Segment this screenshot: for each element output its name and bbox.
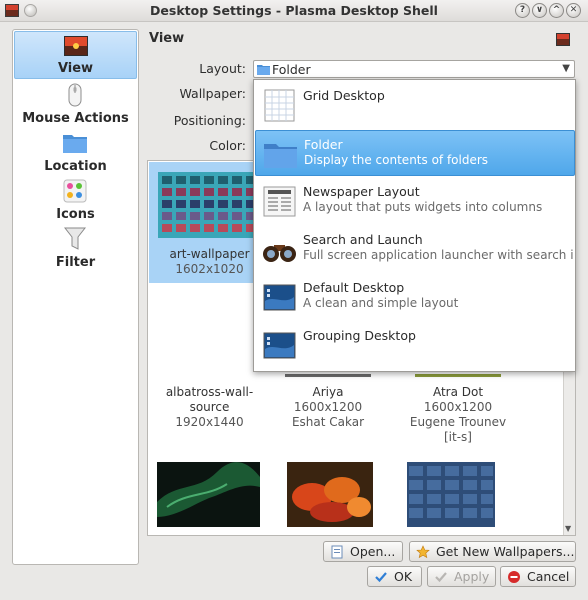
wallpaper-size: 1920x1440 — [175, 415, 244, 429]
apply-button-label: Apply — [454, 569, 490, 584]
layout-option-desc: Full screen application launcher with se… — [303, 248, 573, 262]
wallpaper-author: Eugene Trounev — [409, 415, 507, 429]
sidebar-item-mouse-actions[interactable]: Mouse Actions — [14, 80, 137, 128]
cancel-button-label: Cancel — [527, 569, 570, 584]
scroll-down-icon[interactable]: ▼ — [565, 524, 571, 533]
sidebar-item-icons[interactable]: Icons — [14, 176, 137, 224]
wallpaper-thumbnail-leaves[interactable] — [287, 462, 373, 527]
layout-option-desc: A clean and simple layout — [303, 296, 459, 310]
checkmark-icon — [375, 572, 387, 583]
layout-select[interactable]: Folder ▼ — [253, 60, 575, 78]
checkmark-icon — [435, 572, 447, 583]
layout-option-name: Grid Desktop — [303, 88, 385, 103]
wallpaper-size: 1600x1200 — [293, 400, 363, 414]
wallpaper-thumbnail-aurora[interactable] — [157, 462, 260, 527]
open-button[interactable]: Open... — [323, 541, 403, 562]
positioning-label: Positioning: — [173, 113, 246, 128]
layout-option-name: Newspaper Layout — [303, 184, 420, 199]
sidebar-item-label: View — [57, 61, 94, 76]
icons-palette-icon — [63, 179, 87, 203]
mouse-icon — [68, 83, 82, 107]
maximize-button[interactable]: ^ — [549, 3, 564, 18]
help-button[interactable]: ? — [515, 3, 530, 18]
ok-button[interactable]: OK — [367, 566, 422, 587]
window-title: Desktop Settings - Plasma Desktop Shell — [150, 3, 438, 18]
close-button[interactable]: ✕ — [566, 3, 581, 18]
apply-button[interactable]: Apply — [427, 566, 496, 587]
document-open-icon — [331, 545, 343, 559]
binoculars-icon — [263, 245, 296, 262]
wallpaper-item-atra-dot[interactable]: Atra Dot 1600x1200 Eugene Trounev [it-s] — [393, 374, 523, 445]
star-icon — [416, 545, 430, 559]
wallpaper-thumbnail — [157, 172, 262, 238]
layout-option-name: Folder — [304, 137, 343, 152]
wallpaper-size: 1600x1200 — [423, 400, 493, 414]
color-label: Color: — [209, 138, 246, 153]
wallpaper-name: source — [189, 400, 230, 414]
cancel-icon — [508, 571, 520, 583]
folder-icon — [257, 65, 270, 75]
wallpaper-name: art-wallpaper — [169, 247, 250, 261]
layout-select-value: Folder — [272, 62, 311, 77]
desktop-screen-icon — [263, 332, 296, 359]
wallpaper-icon — [556, 33, 570, 46]
view-wallpaper-icon — [64, 36, 88, 56]
layout-option-newspaper[interactable]: Newspaper Layout A layout that puts widg… — [255, 178, 575, 224]
wallpaper-thumbnail — [415, 374, 501, 377]
layout-option-desc: A layout that puts widgets into columns — [303, 200, 543, 214]
layout-option-grouping-desktop[interactable]: Grouping Desktop — [255, 322, 575, 368]
wallpaper-thumbnail — [285, 374, 371, 377]
minimize-button[interactable]: ∨ — [532, 3, 547, 18]
grid-desktop-icon — [264, 89, 295, 122]
layout-option-folder[interactable]: Folder Display the contents of folders — [255, 130, 575, 176]
title-bar: Desktop Settings - Plasma Desktop Shell … — [0, 0, 588, 22]
layout-option-name: Search and Launch — [303, 232, 423, 247]
chevron-down-icon: ▼ — [562, 63, 570, 74]
layout-label: Layout: — [199, 61, 246, 76]
sidebar-item-view[interactable]: View — [14, 31, 137, 79]
wallpaper-size: 1602x1020 — [175, 262, 244, 276]
wallpaper-label: Wallpaper: — [179, 86, 246, 101]
filter-funnel-icon — [63, 227, 87, 250]
sidebar-item-label: Icons — [56, 207, 95, 222]
newspaper-icon — [263, 186, 296, 217]
folder-icon — [63, 135, 87, 153]
layout-option-name: Default Desktop — [303, 280, 405, 295]
sidebar: View Mouse Actions Location Icons Filter — [12, 29, 139, 565]
wallpaper-name: Ariya — [312, 385, 344, 399]
wallpaper-name: albatross-wall- — [165, 385, 254, 399]
wallpaper-thumbnail-tiles[interactable] — [407, 462, 495, 527]
layout-option-default-desktop[interactable]: Default Desktop A clean and simple layou… — [255, 274, 575, 320]
wallpaper-name: Atra Dot — [432, 385, 484, 399]
wallpaper-author: [it-s] — [444, 430, 472, 444]
wallpaper-author: Eshat Cakar — [291, 415, 365, 429]
ok-button-label: OK — [394, 569, 413, 584]
get-new-wallpapers-button[interactable]: Get New Wallpapers... — [409, 541, 576, 562]
sidebar-item-label: Filter — [55, 255, 96, 270]
layout-option-search-launch[interactable]: Search and Launch Full screen applicatio… — [255, 226, 575, 272]
sidebar-item-location[interactable]: Location — [14, 128, 137, 176]
page-title: View — [149, 31, 185, 46]
layout-dropdown-popup[interactable]: Grid Desktop Folder Display the contents… — [253, 79, 576, 372]
desktop-screen-icon — [263, 284, 296, 311]
wallpaper-item-ariya[interactable]: Ariya 1600x1200 Eshat Cakar — [278, 374, 378, 430]
get-new-wallpapers-label: Get New Wallpapers... — [436, 544, 575, 559]
wallpaper-item-art-wallpaper[interactable]: art-wallpaper 1602x1020 — [149, 162, 270, 283]
folder-icon — [264, 144, 297, 168]
sidebar-item-filter[interactable]: Filter — [14, 224, 137, 272]
layout-option-desc: Display the contents of folders — [304, 153, 489, 167]
open-button-label: Open... — [350, 544, 396, 559]
wallpaper-item-albatross[interactable]: albatross-wall- source 1920x1440 — [149, 385, 270, 430]
layout-option-grid-desktop[interactable]: Grid Desktop — [255, 82, 575, 128]
sidebar-item-label: Mouse Actions — [22, 111, 129, 126]
layout-option-name: Grouping Desktop — [303, 328, 416, 343]
cancel-button[interactable]: Cancel — [500, 566, 576, 587]
sidebar-item-label: Location — [44, 159, 107, 174]
